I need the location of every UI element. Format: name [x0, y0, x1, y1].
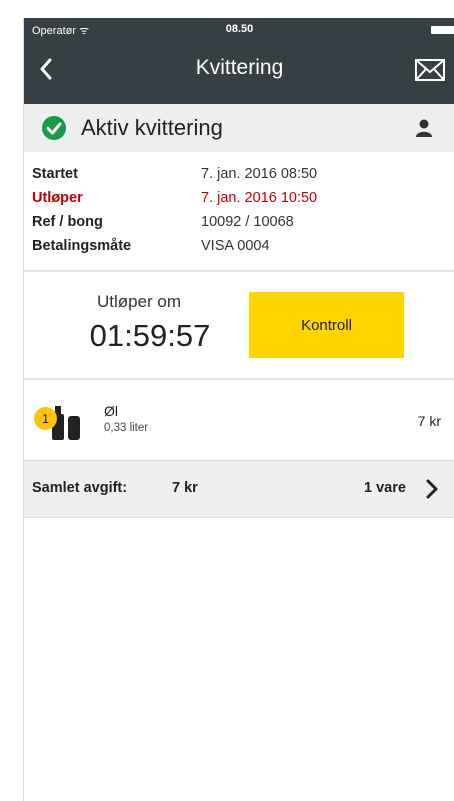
info-row-ref: Ref / bong 10092 / 10068: [24, 214, 454, 238]
mail-button[interactable]: [415, 58, 445, 82]
info-label: Ref / bong: [32, 214, 103, 230]
active-receipt-band: Aktiv kvittering: [24, 104, 454, 152]
product-volume: 0,33 liter: [104, 422, 149, 434]
app-header: Operatør ᯤ 08.50 Kvittering: [24, 18, 454, 104]
divider: [24, 270, 454, 272]
mail-icon: [415, 59, 445, 81]
receipt-info: Startet 7. jan. 2016 08:50 Utløper 7. ja…: [24, 166, 454, 262]
info-row-started: Startet 7. jan. 2016 08:50: [24, 166, 454, 190]
countdown-timer: 01:59:57: [89, 318, 211, 353]
summary-row[interactable]: Samlet avgift: 7 kr 1 vare: [24, 460, 454, 518]
battery-icon: [431, 26, 454, 34]
status-text: Aktiv kvittering: [81, 115, 223, 140]
info-row-expires: Utløper 7. jan. 2016 10:50: [24, 190, 454, 214]
info-value: 10092 / 10068: [201, 214, 294, 230]
product-row[interactable]: 1 Øl 0,33 liter 7 kr: [24, 394, 454, 460]
info-label: Utløper: [32, 190, 83, 206]
divider: [24, 378, 454, 380]
countdown-label: Utløper om: [96, 292, 182, 311]
check-circle-icon: [42, 116, 66, 140]
summary-label: Samlet avgift:: [32, 480, 128, 496]
page-title: Kvittering: [195, 56, 284, 79]
status-time: 08.50: [225, 23, 254, 35]
info-value: VISA 0004: [201, 238, 270, 254]
product-price: 7 kr: [417, 413, 441, 429]
kontroll-button[interactable]: Kontroll: [249, 292, 404, 358]
user-icon[interactable]: [415, 118, 433, 138]
product-name: Øl: [104, 403, 118, 419]
summary-total: 7 kr: [172, 480, 198, 496]
info-value: 7. jan. 2016 08:50: [201, 166, 318, 182]
info-label: Betalingsmåte: [32, 238, 132, 254]
chevron-right-icon: [426, 479, 438, 499]
item-count: 1 vare: [364, 480, 406, 496]
info-value: 7. jan. 2016 10:50: [201, 190, 318, 206]
info-row-payment: Betalingsmåte VISA 0004: [24, 238, 454, 262]
info-label: Startet: [32, 166, 78, 182]
quantity-badge: 1: [34, 407, 57, 430]
receipt-screen: Operatør ᯤ 08.50 Kvittering Aktiv kvitte…: [23, 18, 454, 801]
status-bar: Operatør ᯤ 08.50: [24, 18, 454, 40]
